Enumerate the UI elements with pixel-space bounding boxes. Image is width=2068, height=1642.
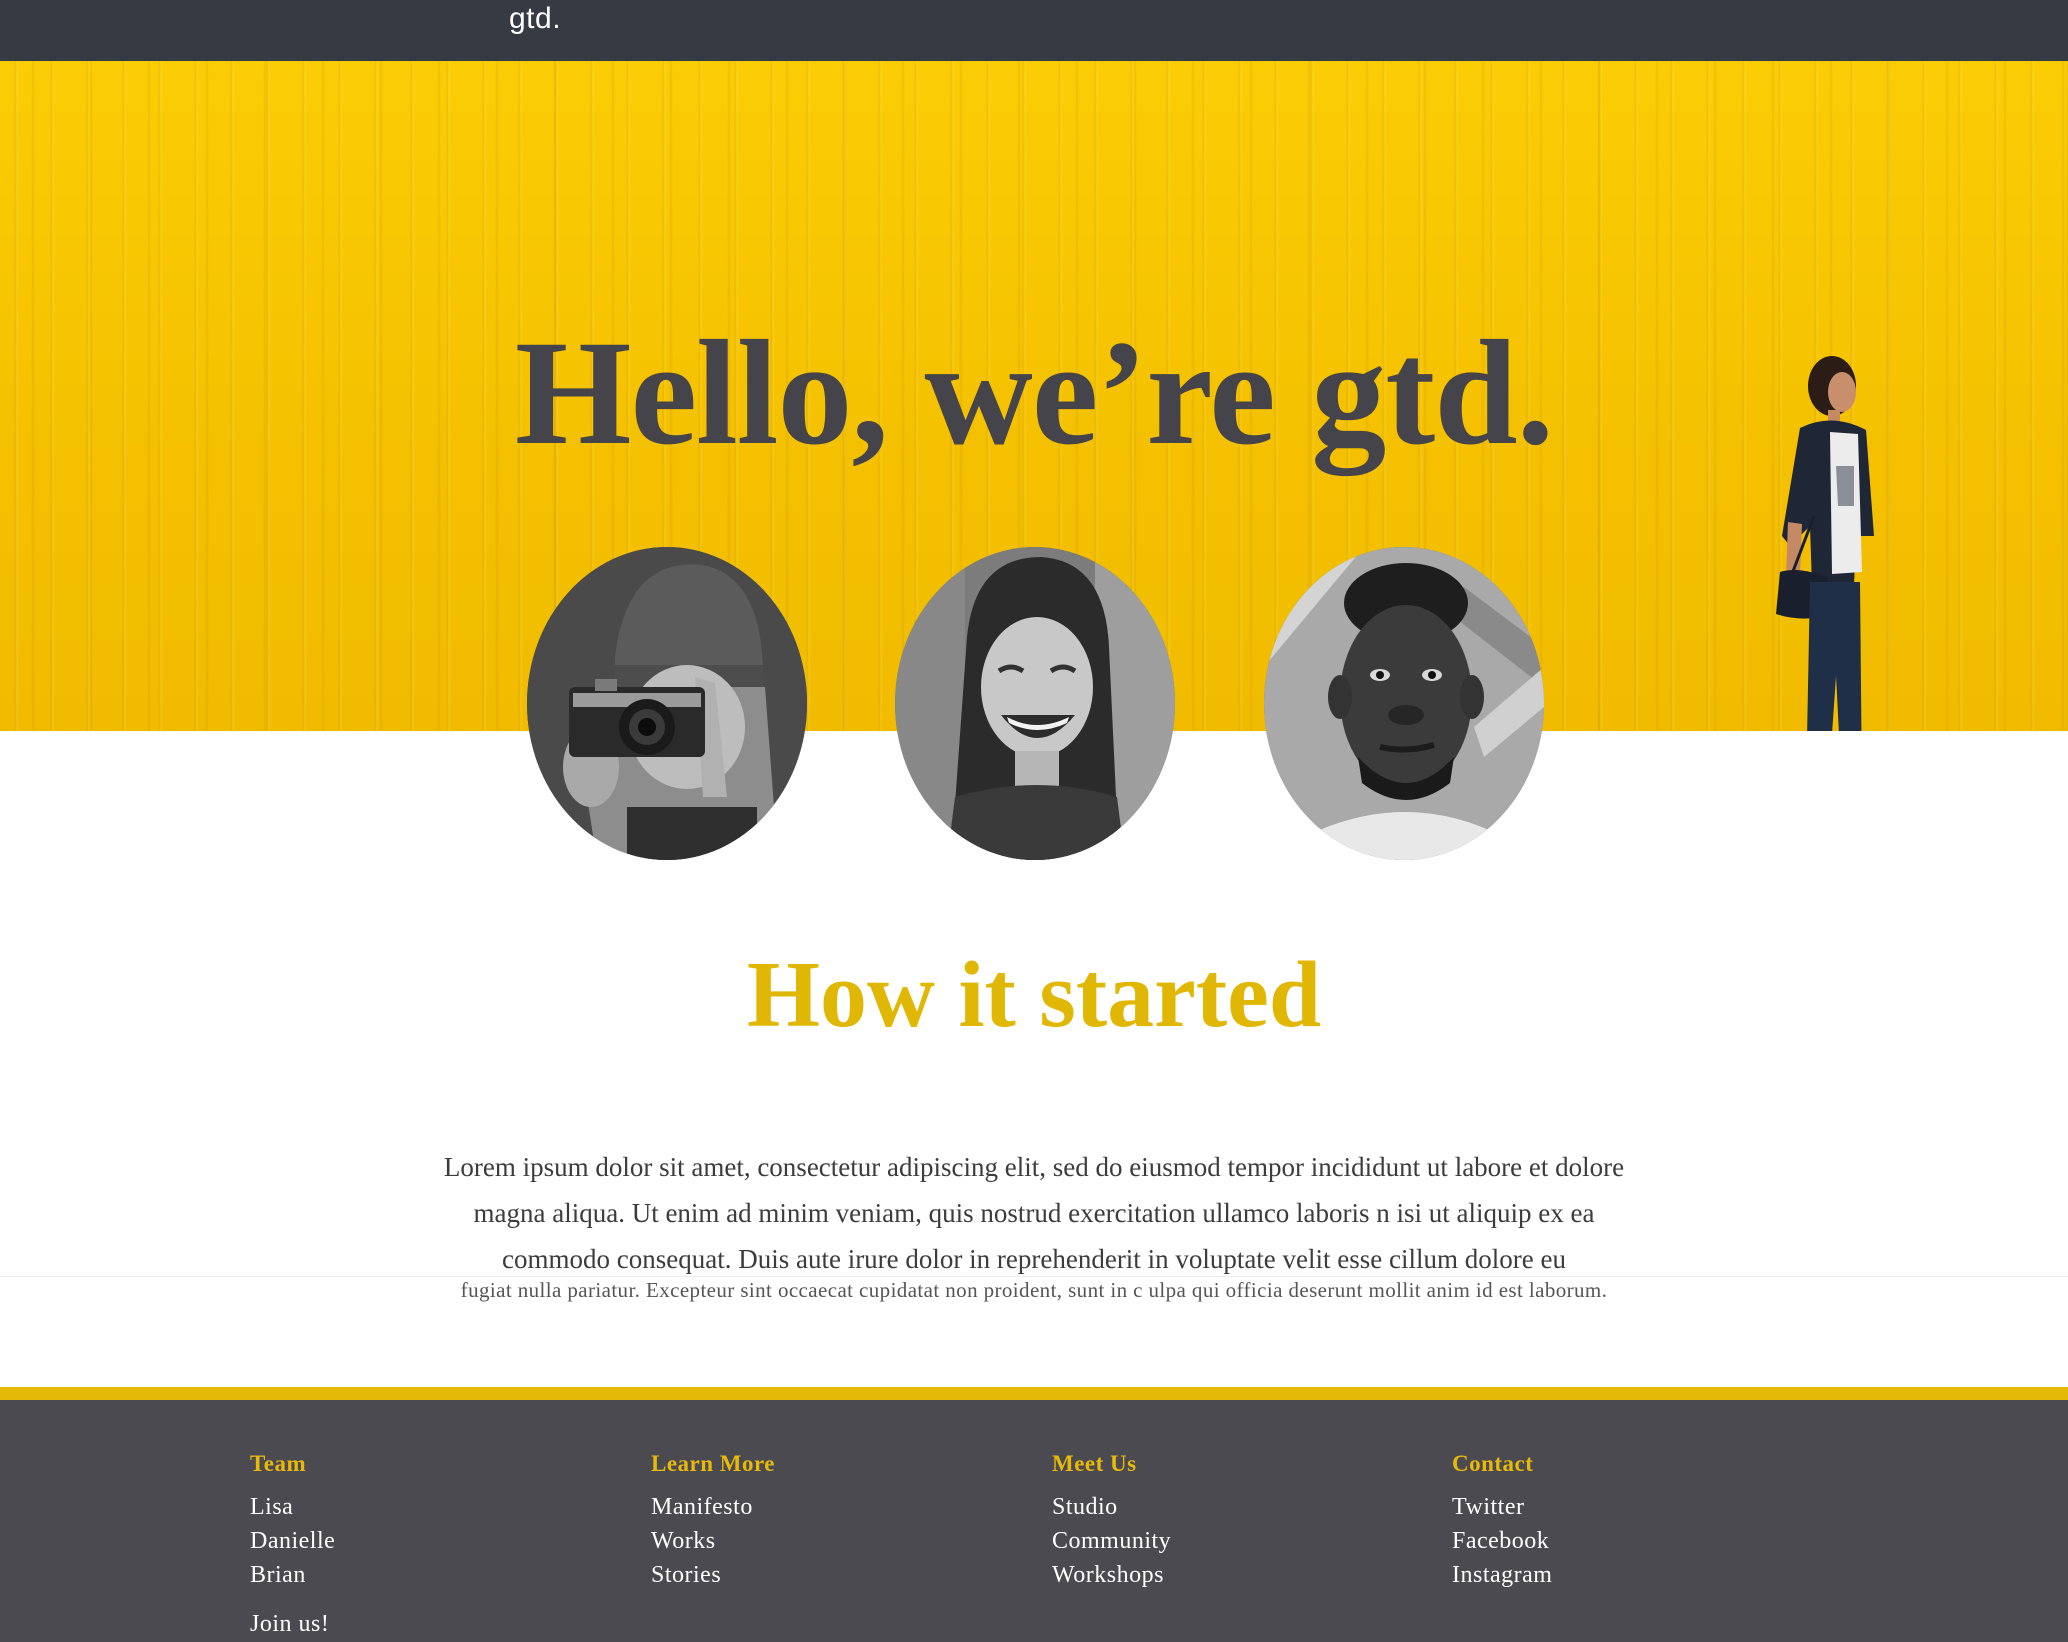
site-footer: Team Lisa Danielle Brian Learn More Mani…	[0, 1400, 2068, 1642]
hero-title: Hello, we’re gtd.	[514, 310, 1554, 476]
footer-link-brian[interactable]: Brian	[250, 1558, 335, 1592]
about-paragraph-continued: fugiat nulla pariatur. Excepteur sint oc…	[460, 1278, 1608, 1302]
about-paragraph: Lorem ipsum dolor sit amet, consectetur …	[443, 1152, 1625, 1274]
footer-link-workshops[interactable]: Workshops	[1052, 1558, 1171, 1592]
laughing-woman-photo	[895, 547, 1175, 860]
footer-link-manifesto[interactable]: Manifesto	[651, 1490, 775, 1524]
walking-woman-image	[1776, 356, 1874, 731]
top-navbar: gtd.	[0, 0, 2068, 61]
photographer-photo	[527, 547, 807, 860]
footer-link-community[interactable]: Community	[1052, 1524, 1171, 1558]
footer-link-works[interactable]: Works	[651, 1524, 775, 1558]
footer-link-lisa[interactable]: Lisa	[250, 1490, 335, 1524]
footer-column-team: Team Lisa Danielle Brian	[250, 1449, 335, 1592]
footer-column-meet-us: Meet Us Studio Community Workshops	[1052, 1449, 1171, 1592]
laughing-woman-avatar	[895, 547, 1175, 860]
brand-logo-link[interactable]: gtd.	[509, 2, 561, 36]
footer-link-studio[interactable]: Studio	[1052, 1490, 1171, 1524]
footer-heading: Meet Us	[1052, 1451, 1137, 1476]
section-title: How it started	[746, 943, 1322, 1047]
footer-link-twitter[interactable]: Twitter	[1452, 1490, 1552, 1524]
footer-link-facebook[interactable]: Facebook	[1452, 1524, 1552, 1558]
footer-column-learn-more: Learn More Manifesto Works Stories	[651, 1449, 775, 1592]
man-portrait-photo	[1264, 547, 1544, 860]
footer-accent-bar	[0, 1387, 2068, 1400]
footer-link-stories[interactable]: Stories	[651, 1558, 775, 1592]
footer-heading: Contact	[1452, 1451, 1534, 1476]
man-portrait-avatar	[1264, 547, 1544, 860]
footer-link-instagram[interactable]: Instagram	[1452, 1558, 1552, 1592]
footer-heading: Team	[250, 1451, 307, 1476]
footer-heading: Learn More	[651, 1451, 776, 1476]
join-us-link[interactable]: Join us!	[250, 1611, 329, 1638]
photographer-avatar	[527, 547, 807, 860]
footer-link-danielle[interactable]: Danielle	[250, 1524, 335, 1558]
footer-column-contact: Contact Twitter Facebook Instagram	[1452, 1449, 1552, 1592]
